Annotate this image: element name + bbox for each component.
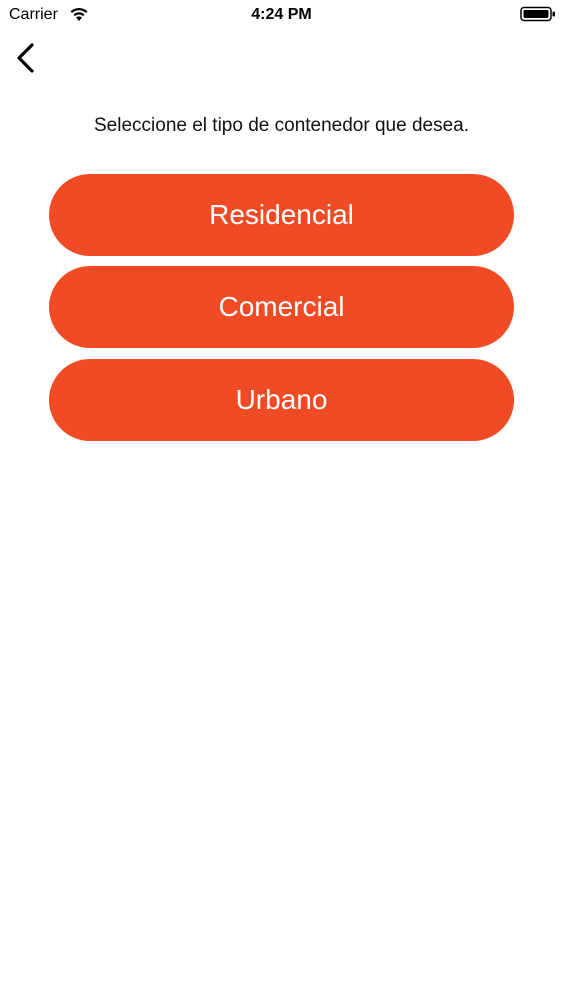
status-bar: Carrier 4:24 PM bbox=[0, 0, 563, 30]
status-time: 4:24 PM bbox=[251, 6, 312, 23]
urbano-button[interactable]: Urbano bbox=[49, 359, 514, 441]
battery-icon bbox=[520, 6, 556, 22]
back-button[interactable] bbox=[10, 38, 46, 78]
residencial-button[interactable]: Residencial bbox=[49, 174, 514, 256]
instruction-text: Seleccione el tipo de contenedor que des… bbox=[94, 115, 469, 136]
chevron-left-icon bbox=[10, 43, 46, 82]
comercial-button[interactable]: Comercial bbox=[49, 266, 514, 348]
